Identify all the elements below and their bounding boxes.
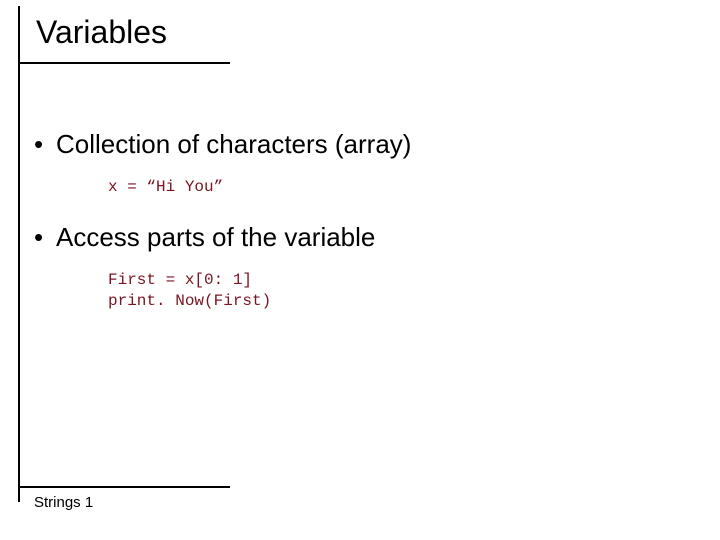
bullet-text: Collection of characters (array) bbox=[56, 129, 411, 159]
slide: Variables Collection of characters (arra… bbox=[0, 0, 720, 540]
bullet-text: Access parts of the variable bbox=[56, 222, 375, 252]
code-block: x = “Hi You” bbox=[108, 177, 674, 198]
footer-text: Strings 1 bbox=[34, 494, 93, 511]
left-rule bbox=[18, 6, 20, 502]
bullet-item: Access parts of the variable bbox=[34, 221, 674, 254]
code-block: First = x[0: 1] print. Now(First) bbox=[108, 270, 674, 312]
slide-body: Collection of characters (array) x = “Hi… bbox=[34, 128, 674, 335]
slide-title: Variables bbox=[36, 14, 167, 51]
bullet-item: Collection of characters (array) bbox=[34, 128, 674, 161]
footer-rule bbox=[18, 486, 230, 488]
title-underline bbox=[18, 62, 230, 64]
